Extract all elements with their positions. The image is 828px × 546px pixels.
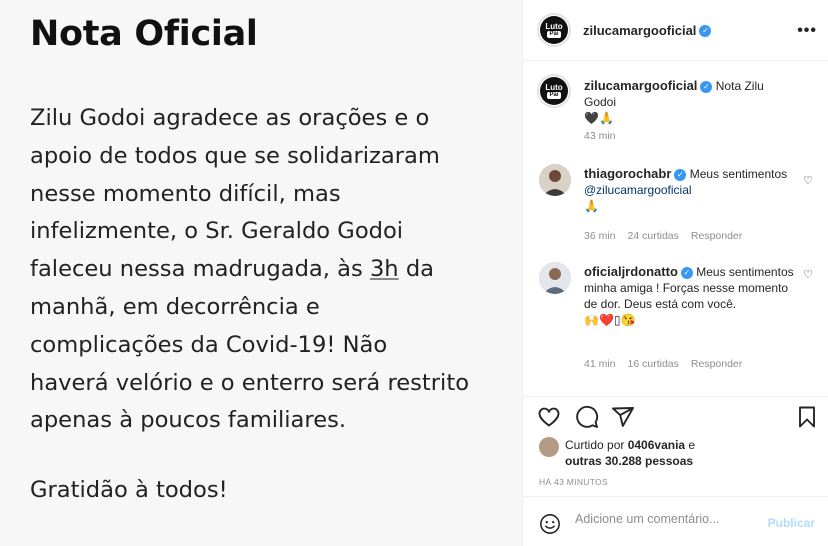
- comment-bubble-icon[interactable]: [575, 405, 599, 429]
- caption-meta: 43 min: [584, 130, 628, 142]
- note-line: apenas à poucos familiares.: [30, 407, 347, 434]
- note-line: nesse momento difícil, mas: [30, 180, 341, 207]
- comment-time[interactable]: 41 min: [584, 358, 616, 370]
- caption-text: zilucamargooficial ✓ Nota Zilu Godoi 🖤🙏: [584, 78, 794, 126]
- caption-time[interactable]: 43 min: [584, 130, 616, 142]
- comment-likes[interactable]: 16 curtidas: [628, 358, 679, 370]
- like-comment-heart-icon[interactable]: ♡: [803, 174, 813, 187]
- author-avatar[interactable]: Luto Pai: [537, 13, 571, 47]
- note-line: manhã, em decorrência e: [30, 293, 320, 320]
- save-bookmark-icon[interactable]: [795, 405, 819, 429]
- caption-username[interactable]: zilucamargooficial: [584, 78, 697, 93]
- avatar-text-top: Luto: [545, 22, 563, 31]
- comment-meta: 36 min 24 curtidas Responder: [584, 230, 754, 242]
- post-header: Luto Pai zilucamargooficial ✓ •••: [523, 0, 828, 61]
- likes-text: Curtido por 0406vania e outras 30.288 pe…: [565, 437, 815, 469]
- add-comment-bar: Publicar: [523, 496, 828, 546]
- note-line: apoio de todos que se solidarizaram: [30, 142, 440, 169]
- comment-emojis: 🙌❤️▯😘: [584, 313, 636, 327]
- note-title: Nota Oficial: [30, 14, 258, 54]
- publish-button[interactable]: Publicar: [768, 516, 815, 530]
- commenter-avatar[interactable]: [539, 262, 571, 294]
- verified-icon: ✓: [700, 80, 713, 93]
- comment-item: oficialjrdonatto ✓ Meus sentimentos minha…: [539, 262, 817, 372]
- share-paper-plane-icon[interactable]: [611, 405, 635, 429]
- caption-avatar[interactable]: Luto Pai: [537, 74, 571, 108]
- post-side-panel: Luto Pai zilucamargooficial ✓ ••• Luto Pa…: [522, 0, 828, 546]
- comment-time[interactable]: 36 min: [584, 230, 616, 242]
- author-info: zilucamargooficial ✓: [583, 22, 712, 40]
- like-comment-heart-icon[interactable]: ♡: [803, 268, 813, 281]
- liked-by-connector: e: [685, 438, 696, 452]
- note-line: faleceu nessa madrugada, às 3h da: [30, 251, 520, 289]
- post-timestamp[interactable]: HÁ 43 MINUTOS: [539, 477, 608, 487]
- person-avatar-icon: [539, 262, 571, 294]
- liked-by-label: Curtido por: [565, 438, 628, 452]
- comment-body: Meus sentimentos: [689, 167, 788, 181]
- verified-icon: ✓: [699, 24, 712, 37]
- avatar-text-bottom: Pai: [547, 31, 561, 38]
- avatar-text-bottom: Pai: [547, 92, 561, 99]
- comment-meta: 41 min 16 curtidas Responder: [584, 358, 754, 370]
- comments-list[interactable]: Luto Pai zilucamargooficial ✓ Nota Zilu G…: [523, 62, 828, 396]
- luto-badge: Luto Pai: [540, 77, 568, 105]
- commenter-avatar[interactable]: [539, 164, 571, 196]
- caption-emojis: 🖤🙏: [584, 111, 614, 125]
- comment-username[interactable]: oficialjrdonatto: [584, 264, 678, 279]
- note-line: Zilu Godoi agradece as orações e o: [30, 105, 430, 131]
- note-line-suffix: da: [398, 256, 435, 283]
- like-heart-icon[interactable]: [537, 405, 561, 429]
- liker-avatar[interactable]: [539, 437, 559, 457]
- caption: Luto Pai zilucamargooficial ✓ Nota Zilu G…: [537, 74, 817, 146]
- comment-text: thiagorochabr ✓ Meus sentimentos @zilucam…: [584, 166, 794, 214]
- reply-button[interactable]: Responder: [691, 358, 742, 370]
- comment-emojis: 🙏: [584, 199, 599, 213]
- avatar-text-top: Luto: [545, 83, 563, 92]
- liker-username[interactable]: 0406vania: [628, 438, 685, 452]
- post-actions: Curtido por 0406vania e outras 30.288 pe…: [523, 396, 828, 496]
- comment-username[interactable]: thiagorochabr: [584, 166, 671, 181]
- reply-button[interactable]: Responder: [691, 230, 742, 242]
- note-closing: Gratidão à todos!: [30, 477, 228, 503]
- luto-badge: Luto Pai: [540, 16, 568, 44]
- emoji-smiley-icon[interactable]: [539, 513, 561, 535]
- comment-text: oficialjrdonatto ✓ Meus sentimentos minha…: [584, 264, 794, 328]
- others-likes-link[interactable]: outras 30.288 pessoas: [565, 454, 693, 468]
- author-username[interactable]: zilucamargooficial: [583, 23, 696, 38]
- comment-mention[interactable]: @zilucamargooficial: [584, 183, 692, 197]
- person-avatar-icon: [539, 164, 571, 196]
- verified-icon: ✓: [674, 168, 687, 181]
- comment-input[interactable]: [575, 512, 755, 526]
- comment-item: thiagorochabr ✓ Meus sentimentos @zilucam…: [539, 164, 817, 244]
- note-line: infelizmente, o Sr. Geraldo Godoi: [30, 218, 404, 245]
- more-options-icon[interactable]: •••: [797, 22, 817, 40]
- note-line: haverá velório e o enterro será restrito: [30, 369, 470, 396]
- post-image[interactable]: Nota Oficial Zilu Godoi agradece as oraç…: [0, 0, 522, 546]
- note-body: Zilu Godoi agradece as orações e o apoio…: [30, 100, 520, 440]
- note-line: complicações da Covid-19! Não: [30, 331, 388, 358]
- note-time-link: 3h: [369, 256, 399, 283]
- comment-likes[interactable]: 24 curtidas: [628, 230, 679, 242]
- note-line-text: faleceu nessa madrugada, às: [30, 256, 370, 283]
- verified-icon: ✓: [680, 266, 693, 279]
